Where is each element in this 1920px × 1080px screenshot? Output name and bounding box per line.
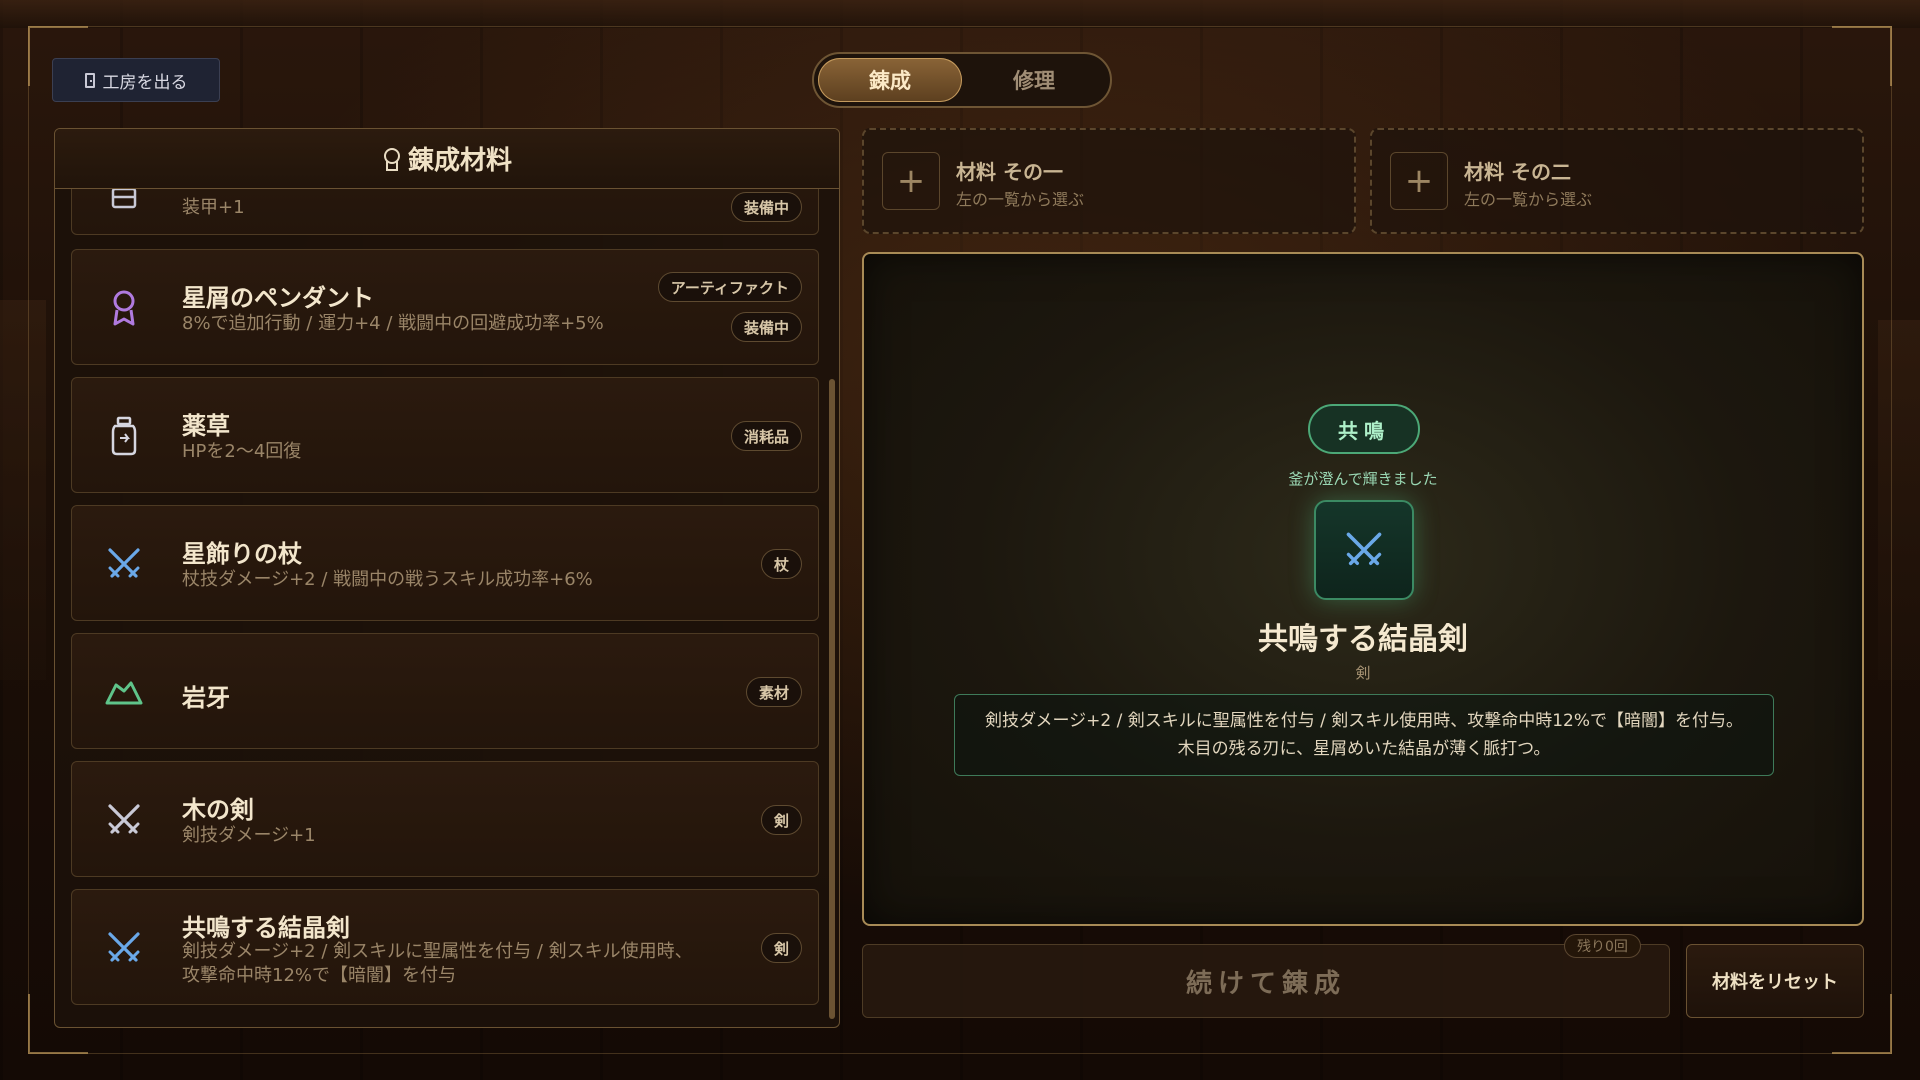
slot-title: 材料 その一 bbox=[956, 160, 1063, 184]
result-item-type: 剣 bbox=[1355, 664, 1371, 682]
material-name: 岩牙 bbox=[182, 684, 230, 712]
material-name: 星飾りの杖 bbox=[182, 540, 302, 568]
remaining-count-badge: 残り0回 bbox=[1564, 934, 1641, 958]
material-name: 薬草 bbox=[182, 412, 230, 440]
result-item-name: 共鳴する結晶剣 bbox=[1258, 622, 1468, 657]
material-desc: 剣技ダメージ+2 / 剣スキルに聖属性を付与 / 剣スキル使用時、攻撃命中時12… bbox=[182, 941, 693, 986]
material-slot-1[interactable]: + 材料 その一 左の一覧から選ぶ bbox=[862, 128, 1356, 234]
materials-panel-title: 錬成材料 bbox=[407, 146, 512, 176]
frame-corner bbox=[1832, 26, 1892, 86]
result-item-description: 剣技ダメージ+2 / 剣スキルに聖属性を付与 / 剣スキル使用時、攻撃命中時12… bbox=[954, 694, 1774, 776]
plus-icon: + bbox=[882, 152, 940, 210]
material-name: 共鳴する結晶剣 bbox=[182, 914, 350, 942]
exit-workshop-label: 工房を出る bbox=[102, 72, 188, 93]
tab-repair[interactable]: 修理 bbox=[962, 58, 1106, 102]
crossed-swords-icon bbox=[104, 544, 144, 584]
material-name: 星屑のペンダント bbox=[182, 284, 374, 312]
material-item[interactable]: 装甲+1 装備中 bbox=[71, 189, 819, 235]
material-desc: HPを2〜4回復 bbox=[182, 441, 302, 462]
equipped-tag: 装備中 bbox=[730, 192, 802, 222]
material-item[interactable]: 星飾りの杖 杖技ダメージ+2 / 戦闘中の戦うスキル成功率+6% 杖 bbox=[71, 505, 819, 621]
tab-alchemy[interactable]: 錬成 bbox=[818, 58, 962, 102]
material-item[interactable]: 共鳴する結晶剣 剣技ダメージ+2 / 剣スキルに聖属性を付与 / 剣スキル使用時… bbox=[71, 889, 819, 1005]
exit-workshop-button[interactable]: 工房を出る bbox=[52, 58, 220, 102]
background-beam bbox=[0, 300, 46, 680]
slot-subtitle: 左の一覧から選ぶ bbox=[956, 190, 1085, 209]
material-slot-2[interactable]: + 材料 その二 左の一覧から選ぶ bbox=[1370, 128, 1864, 234]
materials-scrollbar[interactable] bbox=[829, 379, 835, 1019]
materials-panel: 錬成材料 装甲+1 装備中 星屑のペンダント 8%で追加行動 / 運力+4 / … bbox=[54, 128, 840, 1028]
pendant-icon bbox=[104, 288, 144, 328]
material-desc: 装甲+1 bbox=[182, 197, 245, 218]
background-beam bbox=[0, 0, 1920, 28]
crossed-swords-icon bbox=[104, 928, 144, 968]
materials-panel-header: 錬成材料 bbox=[55, 129, 839, 189]
material-desc: 剣技ダメージ+1 bbox=[182, 825, 316, 846]
resonance-badge: 共鳴 bbox=[1308, 404, 1420, 454]
slot-title: 材料 その二 bbox=[1464, 160, 1571, 184]
result-panel: 共鳴 釜が澄んで輝きました 共鳴する結晶剣 剣 剣技ダメージ+2 / 剣スキルに… bbox=[862, 252, 1864, 926]
potion-icon bbox=[104, 416, 144, 456]
reset-materials-button[interactable]: 材料をリセット bbox=[1686, 944, 1864, 1018]
material-item[interactable]: 木の剣 剣技ダメージ+1 剣 bbox=[71, 761, 819, 877]
crossed-swords-icon bbox=[104, 800, 144, 840]
continue-alchemy-button[interactable]: 続けて錬成 bbox=[862, 944, 1670, 1018]
rock-icon bbox=[104, 672, 144, 712]
material-type-tag: 素材 bbox=[745, 677, 802, 707]
materials-list[interactable]: 装甲+1 装備中 星屑のペンダント 8%で追加行動 / 運力+4 / 戦闘中の回… bbox=[63, 189, 825, 1023]
material-item[interactable]: 星屑のペンダント 8%で追加行動 / 運力+4 / 戦闘中の回避成功率+5% ア… bbox=[71, 249, 819, 365]
material-item[interactable]: 岩牙 素材 bbox=[71, 633, 819, 749]
material-desc: 杖技ダメージ+2 / 戦闘中の戦うスキル成功率+6% bbox=[182, 569, 593, 590]
medal-icon bbox=[382, 147, 400, 171]
crossed-swords-icon bbox=[1346, 532, 1382, 566]
mode-tabs: 錬成 修理 bbox=[812, 52, 1112, 108]
background-beam bbox=[1878, 320, 1920, 680]
consumable-tag: 消耗品 bbox=[730, 421, 802, 451]
artifact-tag: アーティファクト bbox=[657, 272, 802, 302]
material-name: 木の剣 bbox=[182, 796, 254, 824]
material-item[interactable]: 薬草 HPを2〜4回復 消耗品 bbox=[71, 377, 819, 493]
armor-icon bbox=[104, 189, 144, 218]
sword-tag: 剣 bbox=[760, 805, 802, 835]
sword-tag: 剣 bbox=[760, 933, 802, 963]
staff-tag: 杖 bbox=[760, 549, 802, 579]
door-icon bbox=[84, 72, 95, 88]
result-subtitle: 釜が澄んで輝きました bbox=[1288, 470, 1438, 488]
equipped-tag: 装備中 bbox=[730, 312, 802, 342]
slot-subtitle: 左の一覧から選ぶ bbox=[1464, 190, 1593, 209]
material-desc: 8%で追加行動 / 運力+4 / 戦闘中の回避成功率+5% bbox=[182, 313, 604, 334]
plus-icon: + bbox=[1390, 152, 1448, 210]
result-item-icon-box bbox=[1314, 500, 1414, 600]
